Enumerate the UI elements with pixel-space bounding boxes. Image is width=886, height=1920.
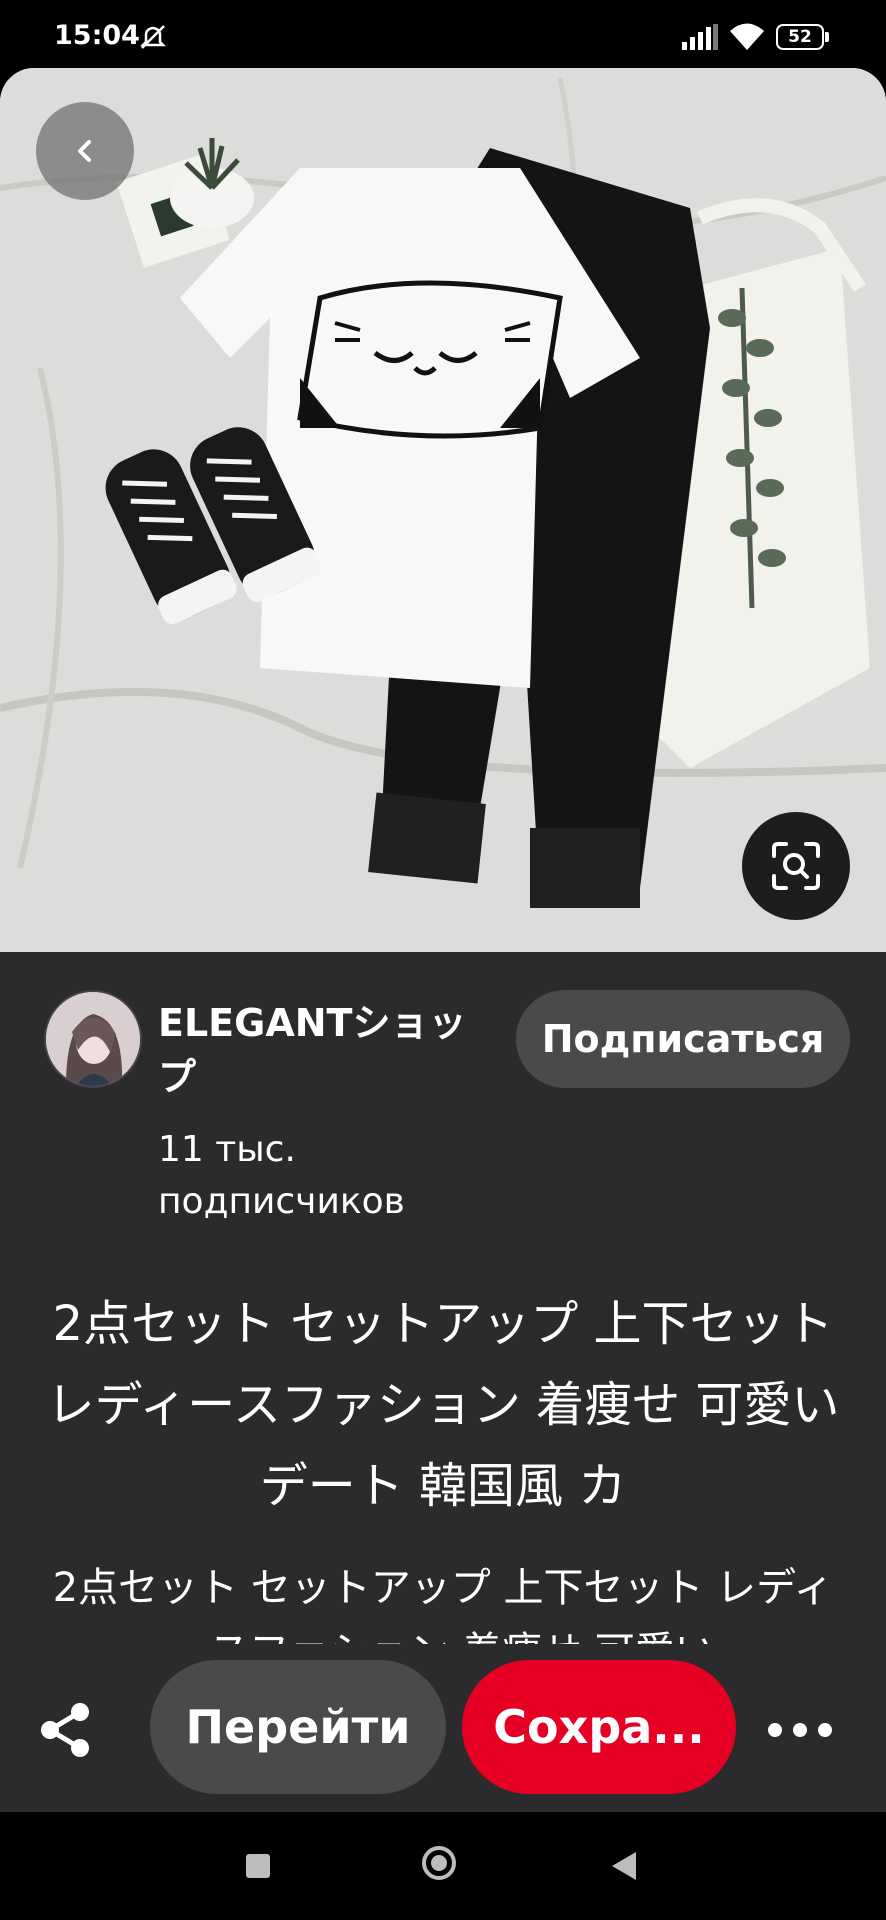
follow-button[interactable]: Подписаться [516, 990, 850, 1088]
creator-name[interactable]: ELEGANTショップ [158, 996, 498, 1104]
pin-image[interactable] [0, 68, 886, 952]
more-dot-icon [793, 1723, 807, 1737]
follower-count: 11 тыс. подписчиков [158, 1129, 405, 1222]
pin-description: 2点セット セットアップ 上下セット レディースファション 着痩せ 可愛い [52, 1565, 834, 1644]
outfit-illustration [0, 68, 886, 952]
mute-icon [139, 25, 167, 49]
battery-level: 52 [776, 24, 824, 50]
status-time: 15:04 [54, 20, 140, 51]
visit-button[interactable]: Перейти [150, 1660, 446, 1794]
recents-icon[interactable] [246, 1854, 270, 1878]
lens-search-icon [772, 842, 820, 890]
avatar[interactable] [44, 990, 142, 1088]
avatar-image [46, 992, 140, 1086]
save-button[interactable]: Сохра... [462, 1660, 736, 1794]
chevron-left-icon [78, 140, 91, 162]
back-button[interactable] [36, 102, 134, 200]
battery-icon: 52 [776, 24, 829, 50]
more-options-button[interactable] [768, 1700, 832, 1760]
wifi-icon [730, 23, 764, 50]
share-button[interactable] [36, 1700, 96, 1760]
signal-icon [682, 24, 718, 50]
pin-title: 2点セット セットアップ 上下セット レディースファション 着痩せ 可愛い デー… [46, 1296, 840, 1514]
visual-search-button[interactable] [742, 812, 850, 920]
share-icon [41, 1703, 89, 1757]
more-dot-icon [818, 1723, 832, 1737]
more-dot-icon [768, 1723, 782, 1737]
home-icon[interactable] [422, 1846, 456, 1880]
nav-back-icon[interactable] [612, 1852, 636, 1880]
status-bar: 15:04 52 [0, 0, 886, 70]
